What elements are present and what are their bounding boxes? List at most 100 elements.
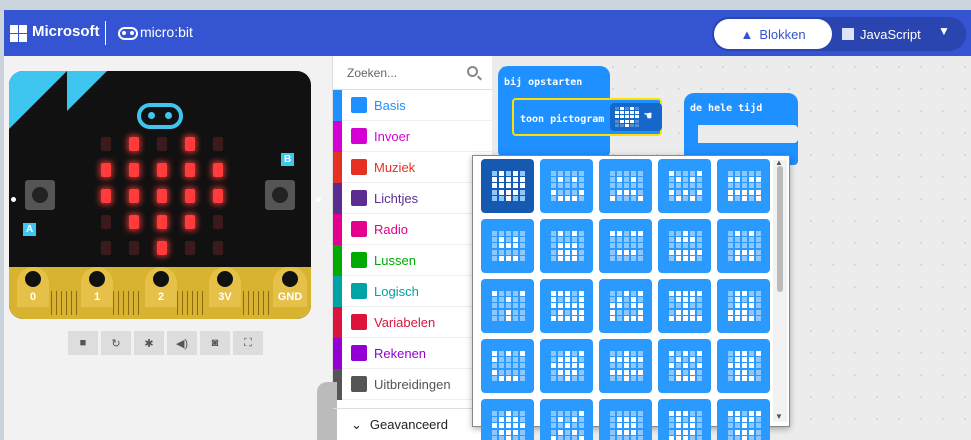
led: [213, 189, 223, 203]
toolbox-category-label: Rekenen: [374, 345, 427, 361]
toolbox-category[interactable]: Lussen: [333, 244, 493, 276]
icon-option[interactable]: [481, 279, 534, 333]
icon-option[interactable]: [599, 399, 652, 440]
icon-option[interactable]: [658, 399, 711, 440]
header-divider: [105, 21, 106, 45]
touch-logo[interactable]: [137, 103, 183, 129]
icon-option[interactable]: [481, 159, 534, 213]
stop-icon[interactable]: ■: [68, 331, 98, 355]
fullscreen-icon[interactable]: ⛶: [233, 331, 263, 355]
icon-picker-dropdown: ▲ ▼: [472, 155, 790, 440]
button-b-label: B: [281, 153, 295, 166]
button-a[interactable]: [25, 180, 55, 210]
search-box[interactable]: Zoeken...: [333, 56, 493, 90]
icon-option[interactable]: [717, 339, 770, 393]
pin-2[interactable]: 2: [145, 267, 177, 307]
icon-preview: [610, 291, 643, 321]
icon-option[interactable]: [540, 159, 593, 213]
toolbox-category-label: Invoer: [374, 128, 411, 144]
icon-preview: [728, 411, 761, 440]
button-b[interactable]: [265, 180, 295, 210]
icon-option[interactable]: [481, 399, 534, 440]
icon-option[interactable]: [658, 159, 711, 213]
icon-preview: [492, 291, 525, 321]
icon-option[interactable]: [717, 219, 770, 273]
led: [129, 215, 139, 229]
icon-option[interactable]: [599, 339, 652, 393]
debug-icon[interactable]: ✱: [134, 331, 164, 355]
restart-icon[interactable]: ↻: [101, 331, 131, 355]
led: [157, 163, 167, 177]
brand-name: Microsoft: [32, 23, 100, 40]
icon-option[interactable]: [481, 219, 534, 273]
icon-option[interactable]: [540, 219, 593, 273]
icon-preview: [551, 291, 584, 321]
led: [213, 241, 223, 255]
icon-preview: [492, 411, 525, 440]
icon-option[interactable]: [658, 219, 711, 273]
board-corner-decoration: [67, 71, 107, 111]
toolbox-advanced[interactable]: ⌄ Geavanceerd: [333, 408, 493, 440]
icon-preview: [610, 231, 643, 261]
chevron-down-icon[interactable]: ▼: [938, 24, 950, 38]
search-icon[interactable]: [467, 66, 478, 77]
icon-option[interactable]: [599, 279, 652, 333]
tab-javascript[interactable]: JavaScript: [842, 19, 932, 49]
icon-option[interactable]: [658, 279, 711, 333]
signal-icon: [351, 221, 367, 237]
toolbox-category-label: Variabelen: [374, 314, 436, 330]
simulator-panel: A B 0 1 2 3V GND ■ ↻ ✱ ◀) ◙ ⛶: [4, 56, 332, 440]
pin-0[interactable]: 0: [17, 267, 49, 307]
icon-dropdown[interactable]: ☚: [610, 103, 662, 131]
tab-javascript-label: JavaScript: [860, 26, 921, 42]
toolbox-category[interactable]: Uitbreidingen: [333, 368, 493, 400]
icon-preview: [610, 351, 643, 381]
forever-label: de hele tijd: [690, 103, 763, 114]
search-input[interactable]: Zoeken...: [347, 66, 397, 80]
icon-option[interactable]: [717, 279, 770, 333]
toolbox-category[interactable]: Muziek: [333, 151, 493, 183]
toolbox-category[interactable]: Lichtjes: [333, 182, 493, 214]
icon-option[interactable]: [717, 399, 770, 440]
icon-option[interactable]: [717, 159, 770, 213]
js-icon: [842, 28, 854, 40]
toolbox-category[interactable]: Variabelen: [333, 306, 493, 338]
icon-preview: [610, 171, 643, 201]
toolbox-category[interactable]: Logisch: [333, 275, 493, 307]
icon-preview: [728, 171, 761, 201]
toolbox-category-label: Basis: [374, 97, 406, 113]
icon-preview: [728, 291, 761, 321]
icon-preview: [610, 411, 643, 440]
icon-option[interactable]: [599, 159, 652, 213]
toolbox-category[interactable]: Basis: [333, 89, 493, 121]
icon-option[interactable]: [540, 339, 593, 393]
tab-blocks[interactable]: ▲ Blokken: [714, 19, 832, 49]
led: [185, 215, 195, 229]
pin-label: GND: [277, 291, 303, 303]
icon-option[interactable]: [599, 219, 652, 273]
show-icon-block[interactable]: toon pictogram ☚: [512, 98, 662, 136]
pin-1[interactable]: 1: [81, 267, 113, 307]
icon-preview: [492, 171, 525, 201]
sound-icon[interactable]: ◀): [167, 331, 197, 355]
screenshot-icon[interactable]: ◙: [200, 331, 230, 355]
scroll-down-icon[interactable]: ▼: [775, 412, 783, 421]
icon-option[interactable]: [540, 399, 593, 440]
toolbox-category[interactable]: Rekenen: [333, 337, 493, 369]
icon-preview: [551, 231, 584, 261]
toolbox-category[interactable]: Radio: [333, 213, 493, 245]
pin-label: 2: [157, 291, 165, 303]
icon-option[interactable]: [658, 339, 711, 393]
toolbox-category[interactable]: Invoer: [333, 120, 493, 152]
pin-label: 3V: [218, 291, 232, 303]
target-icon: [351, 128, 367, 144]
product-name[interactable]: micro:bit: [140, 24, 193, 40]
scrollbar-thumb[interactable]: [777, 166, 783, 292]
on-start-block[interactable]: bij opstarten toon pictogram ☚: [498, 66, 662, 156]
picker-scrollbar[interactable]: ▲ ▼: [773, 158, 787, 422]
category-color-bar: [333, 151, 342, 183]
icon-option[interactable]: [481, 339, 534, 393]
simulator-controls: ■ ↻ ✱ ◀) ◙ ⛶: [68, 331, 263, 355]
icon-option[interactable]: [540, 279, 593, 333]
led: [129, 137, 139, 151]
